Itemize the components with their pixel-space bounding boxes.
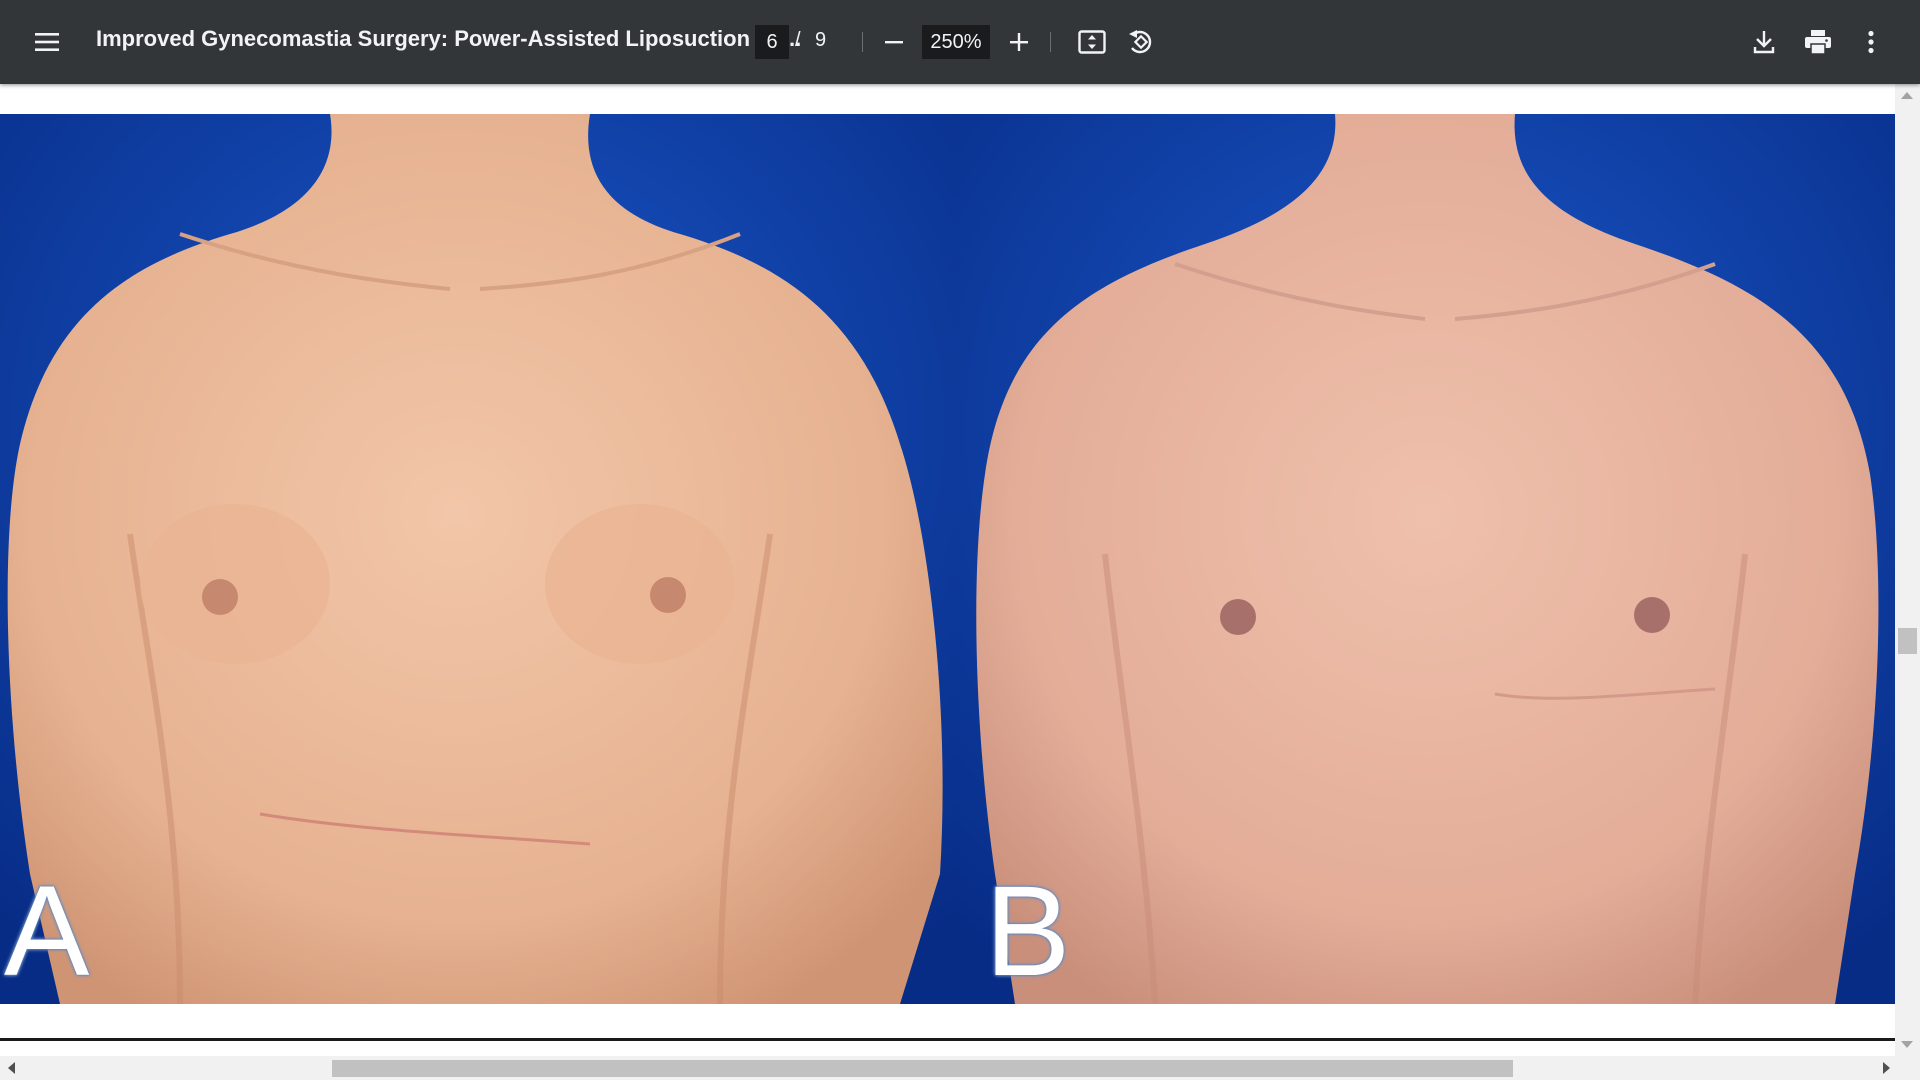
scroll-left-arrow-icon[interactable] xyxy=(8,1062,15,1074)
toolbar-divider xyxy=(862,32,863,52)
rotate-counterclockwise-icon[interactable] xyxy=(1118,20,1162,64)
minus-icon[interactable] xyxy=(872,20,916,64)
hamburger-menu-icon[interactable] xyxy=(25,20,69,64)
panel-label-b: B xyxy=(985,860,1071,1003)
photo-panel-b: B xyxy=(955,114,1895,1004)
horizontal-scrollbar[interactable] xyxy=(0,1056,1920,1080)
scroll-down-arrow-icon[interactable] xyxy=(1901,1041,1913,1048)
current-page-input[interactable]: 6 xyxy=(755,25,789,59)
more-vertical-icon[interactable] xyxy=(1849,20,1893,64)
page-boundary-line xyxy=(0,1038,1895,1041)
horizontal-scroll-thumb[interactable] xyxy=(332,1060,1513,1077)
document-title: Improved Gynecomastia Surgery: Power-Ass… xyxy=(96,26,802,51)
scroll-right-arrow-icon[interactable] xyxy=(1883,1062,1890,1074)
page-separator: / xyxy=(795,29,801,51)
panel-label-a: A xyxy=(4,860,90,1003)
pdf-viewer-canvas[interactable]: A B xyxy=(0,84,1920,1080)
pdf-toolbar: Improved Gynecomastia Surgery: Power-Ass… xyxy=(0,0,1920,84)
fit-to-page-icon[interactable] xyxy=(1070,20,1114,64)
photo-panel-a: A xyxy=(0,114,955,1004)
vertical-scroll-thumb[interactable] xyxy=(1898,628,1917,654)
vertical-scrollbar[interactable] xyxy=(1895,84,1920,1056)
plus-icon[interactable] xyxy=(997,20,1041,64)
toolbar-divider xyxy=(1050,32,1051,52)
total-pages: 9 xyxy=(815,29,827,51)
scroll-up-arrow-icon[interactable] xyxy=(1901,92,1913,99)
download-icon[interactable] xyxy=(1742,20,1786,64)
figure-before-after: A B xyxy=(0,114,1895,1080)
zoom-level-input[interactable]: 250% xyxy=(922,25,990,59)
print-icon[interactable] xyxy=(1796,20,1840,64)
